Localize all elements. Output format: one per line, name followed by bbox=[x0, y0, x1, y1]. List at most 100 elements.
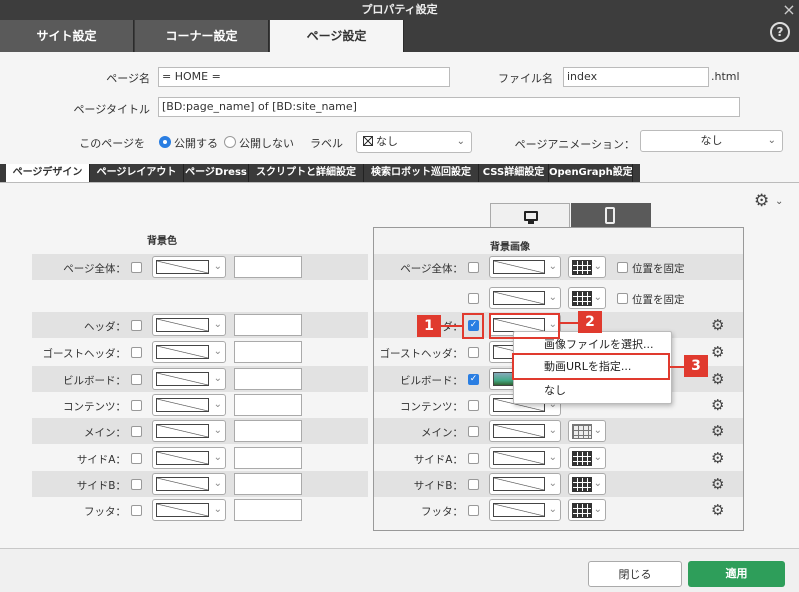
bg-image-checkbox[interactable] bbox=[468, 426, 479, 437]
gear-icon[interactable]: ⚙ bbox=[711, 397, 724, 413]
tile-mode-select[interactable]: ⌄ bbox=[568, 287, 606, 309]
grid-icon bbox=[572, 477, 592, 492]
bg-image-checkbox[interactable]: ✓ bbox=[468, 374, 479, 385]
chevron-down-icon[interactable]: ⌄ bbox=[775, 196, 783, 207]
bg-color-value-box[interactable] bbox=[234, 394, 302, 416]
page-title-label: ページタイトル bbox=[73, 103, 150, 116]
fix-position-checkbox[interactable] bbox=[617, 262, 628, 273]
bg-color-checkbox[interactable] bbox=[131, 426, 142, 437]
bg-color-checkbox[interactable] bbox=[131, 400, 142, 411]
help-icon[interactable]: ? bbox=[770, 22, 790, 42]
bg-color-select[interactable]: ⌄ bbox=[152, 341, 226, 363]
gear-icon[interactable]: ⚙ bbox=[711, 317, 724, 333]
bg-image-checkbox[interactable] bbox=[468, 479, 479, 490]
bg-image-checkbox[interactable] bbox=[468, 505, 479, 516]
gear-icon[interactable]: ⚙ bbox=[711, 502, 724, 518]
tab-corner-settings[interactable]: コーナー設定 bbox=[135, 20, 269, 52]
subtab-page-dress[interactable]: ページDress bbox=[184, 164, 249, 182]
bg-color-select[interactable]: ⌄ bbox=[152, 368, 226, 390]
bg-image-heading: 背景画像 bbox=[490, 242, 530, 253]
subtab-css-settings[interactable]: CSS詳細設定 bbox=[479, 164, 549, 182]
bg-image-checkbox[interactable] bbox=[468, 453, 479, 464]
bg-color-checkbox[interactable] bbox=[131, 320, 142, 331]
bg-color-value-box[interactable] bbox=[234, 499, 302, 521]
bg-color-value-box[interactable] bbox=[234, 314, 302, 336]
bg-image-select[interactable]: ⌄ bbox=[489, 287, 561, 309]
subtab-page-layout[interactable]: ページレイアウト bbox=[90, 164, 184, 182]
gear-icon[interactable]: ⚙ bbox=[711, 344, 724, 360]
monitor-icon bbox=[524, 211, 538, 221]
bg-color-value-box[interactable] bbox=[234, 368, 302, 390]
animation-select[interactable]: なし ⌄ bbox=[640, 130, 783, 152]
page-name-input[interactable]: = HOME = bbox=[158, 67, 450, 87]
bg-image-select[interactable]: ⌄ bbox=[489, 473, 561, 495]
bg-color-value-box[interactable] bbox=[234, 341, 302, 363]
mobile-tab[interactable] bbox=[571, 203, 651, 228]
grid-icon bbox=[572, 424, 592, 439]
bg-color-value-box[interactable] bbox=[234, 473, 302, 495]
chevron-down-icon: ⌄ bbox=[593, 261, 602, 272]
bg-color-checkbox[interactable] bbox=[131, 262, 142, 273]
file-name-input[interactable]: index bbox=[563, 67, 709, 87]
bg-image-select[interactable]: ⌄ bbox=[489, 499, 561, 521]
bg-color-select[interactable]: ⌄ bbox=[152, 499, 226, 521]
bg-color-checkbox[interactable] bbox=[131, 453, 142, 464]
bg-image-checkbox[interactable] bbox=[468, 400, 479, 411]
desktop-tab[interactable] bbox=[490, 203, 570, 228]
bg-image-select[interactable]: ⌄ bbox=[489, 447, 561, 469]
close-icon[interactable]: × bbox=[779, 0, 799, 20]
bg-image-checkbox[interactable] bbox=[468, 262, 479, 273]
gear-icon[interactable]: ⚙ bbox=[711, 476, 724, 492]
bg-color-value-box[interactable] bbox=[234, 420, 302, 442]
bg-color-checkbox[interactable] bbox=[131, 505, 142, 516]
bg-color-select[interactable]: ⌄ bbox=[152, 473, 226, 495]
page-title-input[interactable]: [BD:page_name] of [BD:site_name] bbox=[158, 97, 740, 117]
tab-site-settings[interactable]: サイト設定 bbox=[0, 20, 134, 52]
tile-mode-select[interactable]: ⌄ bbox=[568, 473, 606, 495]
bg-image-row-label: フッタ： bbox=[421, 506, 463, 518]
menu-item-none[interactable]: なし bbox=[514, 380, 673, 402]
bg-color-row-label: ページ全体： bbox=[63, 263, 126, 275]
subtab-script-settings[interactable]: スクリプトと詳細設定 bbox=[249, 164, 364, 182]
tile-mode-select[interactable]: ⌄ bbox=[568, 499, 606, 521]
gear-icon[interactable]: ⚙ bbox=[711, 423, 724, 439]
bg-color-value-box[interactable] bbox=[234, 447, 302, 469]
bg-image-checkbox[interactable] bbox=[468, 347, 479, 358]
no-color-swatch bbox=[156, 260, 209, 274]
bg-color-select[interactable]: ⌄ bbox=[152, 256, 226, 278]
bg-color-select[interactable]: ⌄ bbox=[152, 447, 226, 469]
label-select[interactable]: なし ⌄ bbox=[356, 131, 472, 153]
subtab-page-design[interactable]: ページデザイン bbox=[6, 164, 90, 183]
apply-button[interactable]: 適用 bbox=[688, 561, 785, 587]
no-color-swatch bbox=[156, 451, 209, 465]
close-button[interactable]: 閉じる bbox=[588, 561, 682, 587]
chevron-down-icon: ⌄ bbox=[548, 261, 557, 272]
bg-color-select[interactable]: ⌄ bbox=[152, 420, 226, 442]
bg-color-select[interactable]: ⌄ bbox=[152, 394, 226, 416]
bg-image-row-label: サイドB： bbox=[413, 480, 463, 492]
no-image-swatch bbox=[493, 424, 545, 438]
bg-color-checkbox[interactable] bbox=[131, 374, 142, 385]
no-label-icon bbox=[363, 136, 373, 146]
unpublish-radio[interactable] bbox=[224, 136, 236, 148]
chevron-down-icon: ⌄ bbox=[767, 135, 776, 146]
gear-icon[interactable]: ⚙ bbox=[711, 371, 724, 387]
bg-color-checkbox[interactable] bbox=[131, 347, 142, 358]
tile-mode-select[interactable]: ⌄ bbox=[568, 420, 606, 442]
gear-icon[interactable]: ⚙ bbox=[711, 450, 724, 466]
fix-position-checkbox[interactable] bbox=[617, 293, 628, 304]
gear-icon[interactable]: ⚙ bbox=[754, 193, 769, 210]
chevron-down-icon: ⌄ bbox=[213, 504, 222, 515]
tile-mode-select[interactable]: ⌄ bbox=[568, 256, 606, 278]
subtab-opengraph[interactable]: OpenGraph設定 bbox=[549, 164, 633, 182]
bg-image-select[interactable]: ⌄ bbox=[489, 256, 561, 278]
publish-radio[interactable] bbox=[159, 136, 171, 148]
bg-color-checkbox[interactable] bbox=[131, 479, 142, 490]
bg-color-value-box[interactable] bbox=[234, 256, 302, 278]
tab-page-settings[interactable]: ページ設定 bbox=[270, 20, 404, 52]
bg-image-checkbox[interactable] bbox=[468, 293, 479, 304]
subtab-robot-settings[interactable]: 検索ロボット巡回設定 bbox=[364, 164, 479, 182]
bg-color-select[interactable]: ⌄ bbox=[152, 314, 226, 336]
tile-mode-select[interactable]: ⌄ bbox=[568, 447, 606, 469]
bg-image-select[interactable]: ⌄ bbox=[489, 420, 561, 442]
